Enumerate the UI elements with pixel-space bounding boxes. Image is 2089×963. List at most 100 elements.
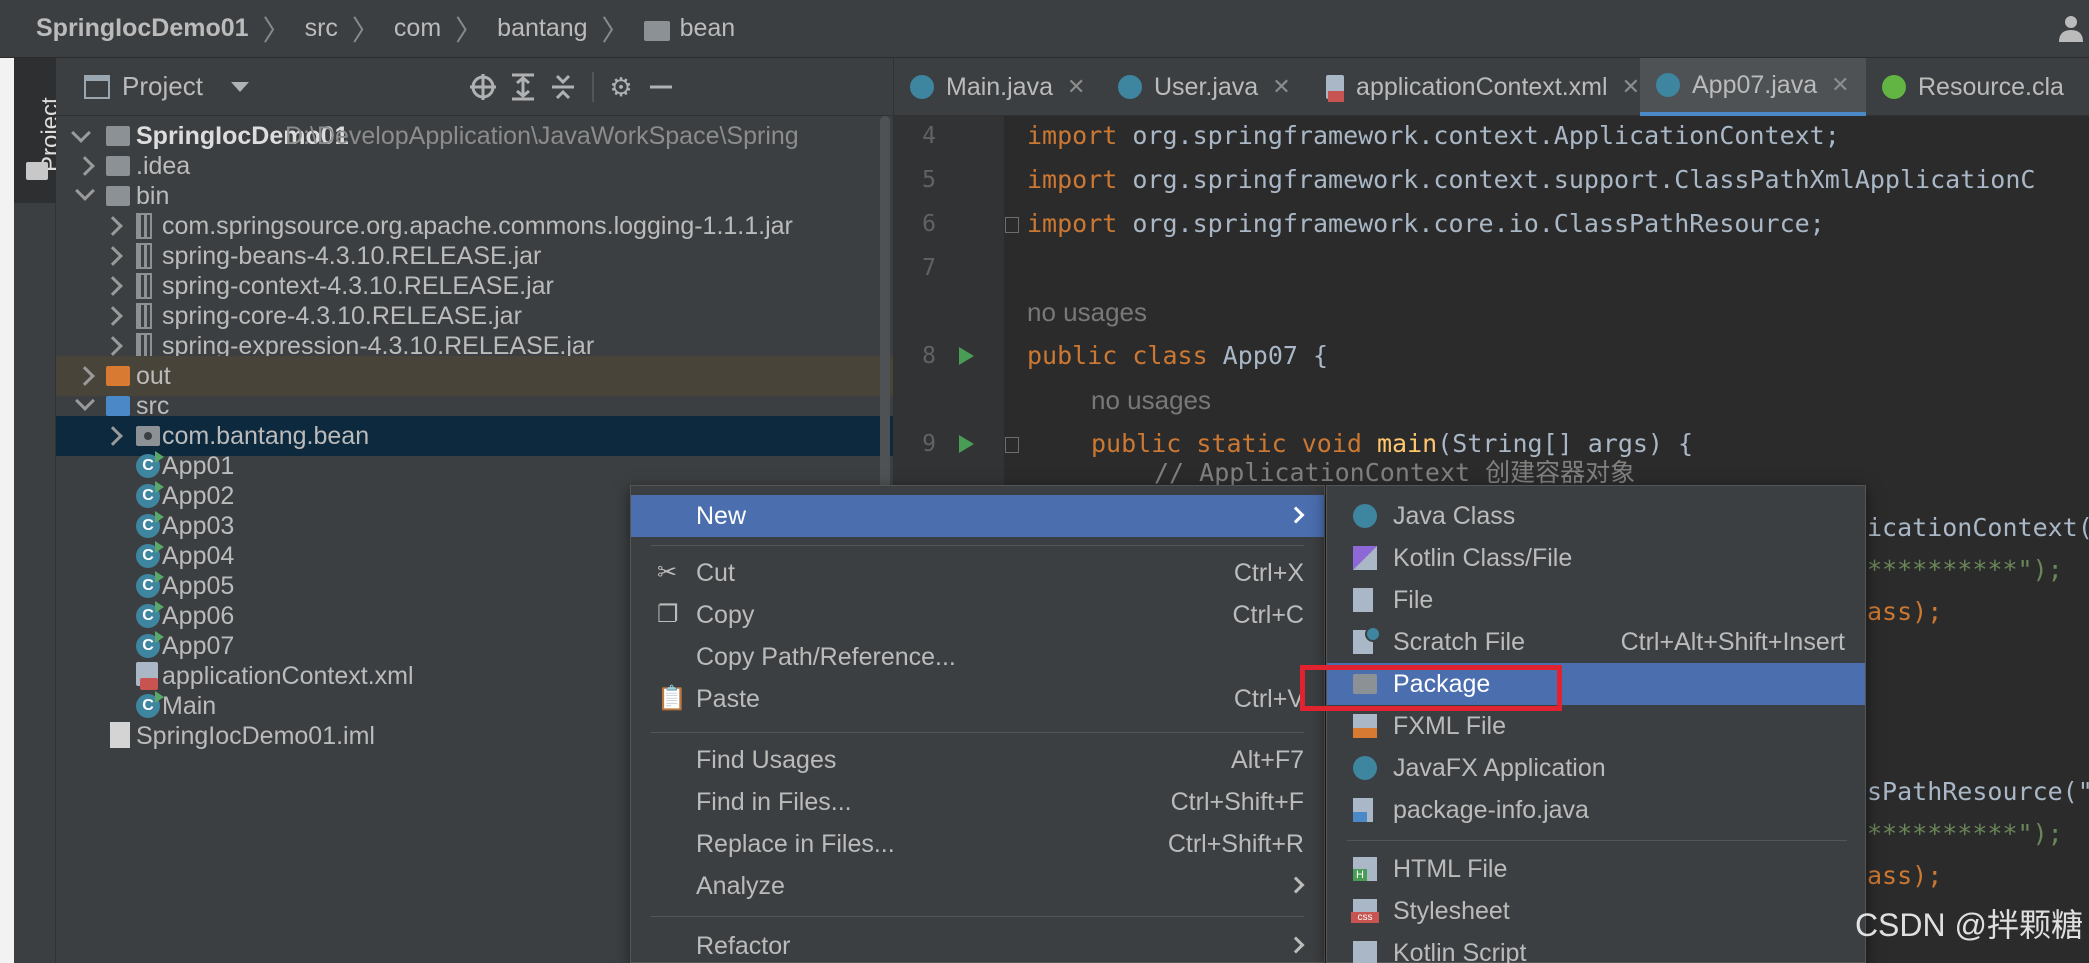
line-number: 6 (922, 211, 936, 237)
project-tool-tab[interactable]: Project (14, 58, 64, 203)
fold-marker-icon[interactable] (1005, 217, 1019, 233)
menu-shortcut: Alt+F7 (1231, 746, 1304, 774)
menu-item-cut[interactable]: ✂ Cut Ctrl+X (631, 552, 1324, 594)
menu-item-find-in-files[interactable]: Find in Files... Ctrl+Shift+F (631, 781, 1324, 823)
breadcrumb-com[interactable]: com (394, 14, 441, 43)
tab-application-context-xml[interactable]: applicationContext.xml ✕ (1310, 58, 1640, 116)
usage-hint[interactable]: no usages (1027, 292, 1147, 332)
menu-separator (651, 545, 1304, 546)
submenu-item-stylesheet[interactable]: Stylesheet (1327, 890, 1865, 932)
submenu-item-kotlin-script[interactable]: Kotlin Script (1327, 932, 1865, 963)
menu-item-copy-path[interactable]: Copy Path/Reference... (631, 636, 1324, 678)
tab-main-java[interactable]: Main.java ✕ (894, 58, 1102, 116)
menu-item-analyze[interactable]: Analyze (631, 865, 1324, 907)
code-line[interactable]: import org.springframework.context.suppo… (1027, 160, 2035, 200)
submenu-arrow-icon (1287, 506, 1305, 524)
source-folder-icon (106, 396, 130, 416)
breadcrumb-bantang[interactable]: bantang (497, 14, 587, 43)
java-class-icon (910, 75, 934, 99)
gear-icon[interactable]: ⚙ (606, 72, 636, 102)
breadcrumb-separator: 〉 (455, 14, 484, 46)
submenu-item-package-info[interactable]: package-info.java (1327, 789, 1865, 831)
submenu-item-label: FXML File (1393, 712, 1506, 740)
run-gutter-icon[interactable] (959, 347, 974, 365)
code-line[interactable]: import org.springframework.context.Appli… (1027, 116, 1840, 156)
breadcrumb-project[interactable]: SpringIocDemo01 (36, 14, 249, 43)
run-gutter-icon[interactable] (959, 435, 974, 453)
chevron-right-icon[interactable] (103, 336, 123, 356)
submenu-item-html-file[interactable]: HTML File (1327, 848, 1865, 890)
chevron-down-icon[interactable] (75, 181, 95, 201)
project-panel-title[interactable]: Project (122, 71, 203, 102)
line-number: 8 (922, 343, 936, 369)
chevron-right-icon[interactable] (103, 306, 123, 326)
tab-user-java[interactable]: User.java ✕ (1102, 58, 1310, 116)
menu-item-find-usages[interactable]: Find Usages Alt+F7 (631, 739, 1324, 781)
chevron-right-icon[interactable] (103, 426, 123, 446)
fold-marker-icon[interactable] (1005, 437, 1019, 453)
menu-item-copy[interactable]: ❐ Copy Ctrl+C (631, 594, 1324, 636)
menu-item-label: Copy (696, 601, 755, 629)
user-icon[interactable] (2059, 14, 2083, 42)
minimize-icon[interactable] (646, 72, 676, 102)
close-icon[interactable]: ✕ (1622, 74, 1640, 100)
chevron-right-icon[interactable] (103, 276, 123, 296)
code-text: (String[] args) { (1437, 429, 1694, 458)
menu-item-replace-in-files[interactable]: Replace in Files... Ctrl+Shift+R (631, 823, 1324, 865)
menu-separator (651, 916, 1304, 917)
menu-item-new[interactable]: New (631, 495, 1324, 537)
view-dropdown-icon[interactable] (230, 81, 249, 92)
close-icon[interactable]: ✕ (1272, 74, 1290, 100)
java-class-icon: C (136, 451, 164, 478)
code-line[interactable]: import org.springframework.core.io.Class… (1027, 204, 1825, 244)
chevron-down-icon[interactable] (71, 123, 91, 143)
menu-item-label: Cut (696, 559, 735, 587)
chevron-down-icon[interactable] (75, 391, 95, 411)
keyword: import (1027, 209, 1118, 238)
submenu-item-label: package-info.java (1393, 796, 1589, 824)
code-fragment: **********"); (1867, 555, 2063, 584)
breadcrumb-bean[interactable]: bean (680, 14, 736, 43)
menu-shortcut: Ctrl+Shift+F (1170, 788, 1304, 816)
line-number: 5 (922, 167, 936, 193)
collapse-all-icon[interactable] (548, 72, 578, 102)
tab-resource-class[interactable]: Resource.cla (1866, 58, 2089, 116)
chevron-right-icon[interactable] (75, 366, 95, 386)
code-line[interactable]: public static void main(String[] args) { (1091, 424, 1693, 464)
close-icon[interactable]: ✕ (1831, 72, 1849, 98)
code-line[interactable]: public class App07 { (1027, 336, 1328, 376)
submenu-arrow-icon (1287, 876, 1305, 894)
menu-item-paste[interactable]: 📋 Paste Ctrl+V (631, 678, 1324, 720)
chevron-right-icon[interactable] (103, 216, 123, 236)
submenu-item-scratch-file[interactable]: Scratch File Ctrl+Alt+Shift+Insert (1327, 621, 1865, 663)
submenu-arrow-icon (1287, 936, 1305, 954)
tab-label: App07.java (1692, 70, 1818, 99)
breadcrumb-src[interactable]: src (305, 14, 338, 43)
usage-hint[interactable]: no usages (1091, 380, 1211, 420)
submenu-item-javafx-application[interactable]: JavaFX Application (1327, 747, 1865, 789)
chevron-right-icon[interactable] (103, 246, 123, 266)
submenu-item-kotlin-class[interactable]: Kotlin Class/File (1327, 537, 1865, 579)
menu-shortcut: Ctrl+X (1233, 559, 1304, 587)
submenu-item-label: Kotlin Script (1393, 939, 1527, 963)
left-tool-stripe: Project (0, 58, 64, 963)
code-text: org.springframework.core.io.ClassPathRes… (1117, 209, 1825, 238)
code-fragment: **********"); (1867, 819, 2063, 848)
java-class-icon: C (136, 601, 164, 628)
expand-all-icon[interactable] (508, 72, 538, 102)
submenu-item-fxml-file[interactable]: FXML File (1327, 705, 1865, 747)
menu-item-refactor[interactable]: Refactor (631, 925, 1324, 963)
line-number: 9 (922, 431, 936, 457)
close-icon[interactable]: ✕ (1067, 74, 1085, 100)
annotation-highlight-box (1300, 665, 1562, 711)
breadcrumb-separator: 〉 (262, 14, 291, 46)
submenu-item-java-class[interactable]: Java Class (1327, 495, 1865, 537)
menu-shortcut: Ctrl+Alt+Shift+Insert (1620, 628, 1845, 656)
locate-icon[interactable] (468, 72, 498, 102)
menu-shortcut: Ctrl+C (1232, 601, 1304, 629)
package-icon (136, 426, 160, 446)
html-file-icon (1353, 857, 1377, 881)
submenu-item-file[interactable]: File (1327, 579, 1865, 621)
tab-app07-java[interactable]: App07.java ✕ (1640, 58, 1866, 116)
chevron-right-icon[interactable] (75, 156, 95, 176)
